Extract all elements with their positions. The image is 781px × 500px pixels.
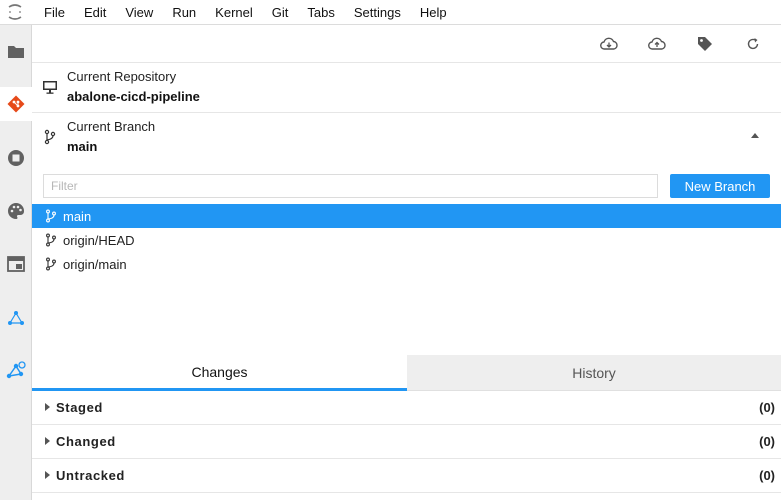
- expand-caret-icon: [45, 403, 50, 411]
- desktop-icon: [42, 79, 58, 95]
- cloud-download-icon: [600, 37, 618, 50]
- activity-bar: [0, 25, 32, 500]
- changed-group[interactable]: Changed (0): [32, 425, 781, 459]
- current-branch-section[interactable]: Current Branch main: [32, 113, 781, 163]
- untracked-count: (0): [759, 468, 775, 483]
- running-tab[interactable]: [0, 141, 31, 175]
- untracked-group[interactable]: Untracked (0): [32, 459, 781, 493]
- branch-item-label: main: [63, 208, 92, 224]
- cloud-upload-icon: [648, 37, 666, 50]
- branch-item-main[interactable]: main: [32, 204, 781, 228]
- git-graph-tab[interactable]: [0, 353, 31, 387]
- branch-icon: [45, 209, 57, 223]
- menu-run[interactable]: Run: [172, 0, 196, 25]
- command-palette-tab[interactable]: [0, 194, 31, 228]
- git-panel: Current Repository abalone-cicd-pipeline…: [32, 25, 781, 500]
- branch-icon: [45, 233, 57, 247]
- running-icon: [7, 150, 24, 166]
- refresh-button[interactable]: [744, 35, 762, 53]
- branch-item-origin-main[interactable]: origin/main: [32, 252, 781, 276]
- menu-bar: File Edit View Run Kernel Git Tabs Setti…: [0, 0, 781, 25]
- git-icon: [7, 95, 25, 113]
- tab-history[interactable]: History: [407, 355, 781, 391]
- staged-count: (0): [759, 400, 775, 415]
- file-browser-tab[interactable]: [0, 34, 31, 68]
- changed-count: (0): [759, 434, 775, 449]
- branch-filter-input[interactable]: [43, 174, 658, 198]
- tab-icon: [6, 256, 25, 272]
- git-tab[interactable]: [0, 87, 32, 121]
- open-tabs-tab[interactable]: [0, 247, 31, 281]
- palette-icon: [7, 202, 24, 219]
- current-repository-label: Current Repository: [67, 69, 177, 84]
- refresh-icon: [747, 38, 759, 50]
- menu-items: File Edit View Run Kernel Git Tabs Setti…: [44, 0, 466, 25]
- menu-git[interactable]: Git: [272, 0, 289, 25]
- untracked-label: Untracked: [56, 468, 125, 483]
- pull-button[interactable]: [600, 35, 618, 53]
- collapse-caret-icon[interactable]: [751, 133, 759, 138]
- menu-settings[interactable]: Settings: [354, 0, 401, 25]
- branch-icon: [45, 257, 57, 271]
- branch-list: main origin/HEAD origin/main: [32, 204, 781, 276]
- expand-caret-icon: [45, 471, 50, 479]
- folder-icon: [7, 46, 24, 58]
- git-graph-icon: [6, 361, 26, 379]
- current-repository-name: abalone-cicd-pipeline: [67, 89, 200, 104]
- branch-icon: [42, 129, 58, 145]
- current-branch-name: main: [67, 139, 98, 154]
- staged-label: Staged: [56, 400, 103, 415]
- git-toolbar: [32, 25, 781, 63]
- staged-group[interactable]: Staged (0): [32, 391, 781, 425]
- branch-item-origin-head[interactable]: origin/HEAD: [32, 228, 781, 252]
- menu-view[interactable]: View: [125, 0, 153, 25]
- branch-item-label: origin/HEAD: [63, 232, 135, 248]
- menu-kernel[interactable]: Kernel: [215, 0, 253, 25]
- tag-button[interactable]: [696, 35, 714, 53]
- menu-file[interactable]: File: [44, 0, 65, 25]
- new-branch-button[interactable]: New Branch: [670, 174, 770, 198]
- current-repository-section[interactable]: Current Repository abalone-cicd-pipeline: [32, 63, 781, 113]
- expand-caret-icon: [45, 437, 50, 445]
- menu-help[interactable]: Help: [420, 0, 447, 25]
- changes-history-tabs: Changes History: [32, 355, 781, 391]
- tag-icon: [698, 37, 712, 51]
- branch-item-label: origin/main: [63, 256, 127, 272]
- jupyter-logo-icon[interactable]: [6, 3, 24, 21]
- menu-tabs[interactable]: Tabs: [307, 0, 334, 25]
- menu-edit[interactable]: Edit: [84, 0, 106, 25]
- property-inspector-icon: [7, 311, 24, 325]
- tab-changes[interactable]: Changes: [32, 355, 407, 391]
- changed-label: Changed: [56, 434, 116, 449]
- push-button[interactable]: [648, 35, 666, 53]
- current-branch-label: Current Branch: [67, 119, 156, 134]
- property-inspector-tab[interactable]: [0, 301, 31, 335]
